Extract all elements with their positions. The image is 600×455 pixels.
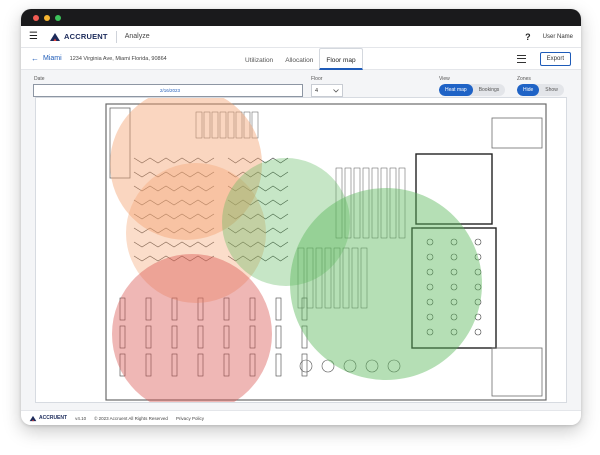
zones-option-hide[interactable]: Hide xyxy=(517,84,540,96)
export-button[interactable]: Export xyxy=(539,51,571,66)
corner-room xyxy=(491,117,543,149)
lounge-area xyxy=(491,347,543,397)
chair xyxy=(474,238,482,246)
zones-label: Zones xyxy=(517,76,531,82)
list-view-icon[interactable] xyxy=(516,54,526,63)
view-option-bookings[interactable]: Bookings xyxy=(473,84,506,96)
arrow-left-icon[interactable]: ← xyxy=(31,54,39,63)
app-header: ☰ ACCRUENT Analyze ? User Name xyxy=(21,26,581,48)
heat-zone-green xyxy=(290,188,482,380)
view-label: View xyxy=(439,76,450,82)
copyright-text: © 2023 Accruent All Rights Reserved xyxy=(94,415,168,421)
app-window: ☰ ACCRUENT Analyze ? User Name ← Miami 1… xyxy=(21,9,581,425)
chair xyxy=(474,328,482,336)
app-footer: ACCRUENT v4.10 © 2023 Accruent All Right… xyxy=(21,410,581,425)
tab-floor-map[interactable]: Floor map xyxy=(319,48,363,70)
window-titlebar xyxy=(21,9,581,26)
footer-logo: ACCRUENT xyxy=(29,415,67,422)
close-window-dot[interactable] xyxy=(33,14,39,21)
footer-brand: ACCRUENT xyxy=(39,415,68,421)
tab-utilization[interactable]: Utilization xyxy=(239,48,279,70)
help-icon[interactable]: ? xyxy=(525,32,531,42)
site-address: 1234 Virginia Ave, Miami Florida, 90864 xyxy=(69,55,167,62)
desk-cluster xyxy=(301,353,308,377)
site-name-link[interactable]: Miami xyxy=(43,55,62,62)
floor-value: 4 xyxy=(315,87,319,94)
app-name: Analyze xyxy=(124,33,150,40)
desk-cluster xyxy=(275,353,282,377)
zones-option-show[interactable]: Show xyxy=(539,84,564,96)
maximize-window-dot[interactable] xyxy=(55,14,61,21)
floor-label: Floor xyxy=(311,76,323,82)
zones-toggle: Hide Show xyxy=(517,84,564,96)
site-navigation-bar: ← Miami 1234 Virginia Ave, Miami Florida… xyxy=(21,48,581,70)
date-input[interactable]: 2/16/2023 xyxy=(33,84,303,97)
tab-allocation[interactable]: Allocation xyxy=(279,48,319,70)
user-menu[interactable]: User Name xyxy=(543,34,573,40)
brand-logo[interactable]: ACCRUENT xyxy=(49,32,108,42)
view-tabs: Utilization Allocation Floor map xyxy=(239,48,363,70)
hamburger-menu-icon[interactable]: ☰ xyxy=(29,31,41,42)
floor-map-canvas[interactable] xyxy=(35,97,567,403)
view-toggle: Heat map Bookings xyxy=(439,84,506,96)
minimize-window-dot[interactable] xyxy=(44,14,50,21)
accruent-logo-icon xyxy=(50,32,60,41)
view-option-heat-map[interactable]: Heat map xyxy=(439,84,473,96)
privacy-policy-link[interactable]: Privacy Policy xyxy=(176,416,204,421)
floor-select[interactable]: 4 xyxy=(311,84,343,97)
brand-name: ACCRUENT xyxy=(64,32,108,41)
chevron-down-icon xyxy=(333,88,339,93)
floor-plan-drawing xyxy=(105,98,547,402)
desk-cluster xyxy=(275,297,282,321)
app-version: v4.10 xyxy=(75,415,87,421)
header-divider xyxy=(115,30,117,43)
date-label: Date xyxy=(34,76,45,82)
desk-cluster xyxy=(275,325,282,349)
accruent-logo-icon xyxy=(29,415,37,421)
